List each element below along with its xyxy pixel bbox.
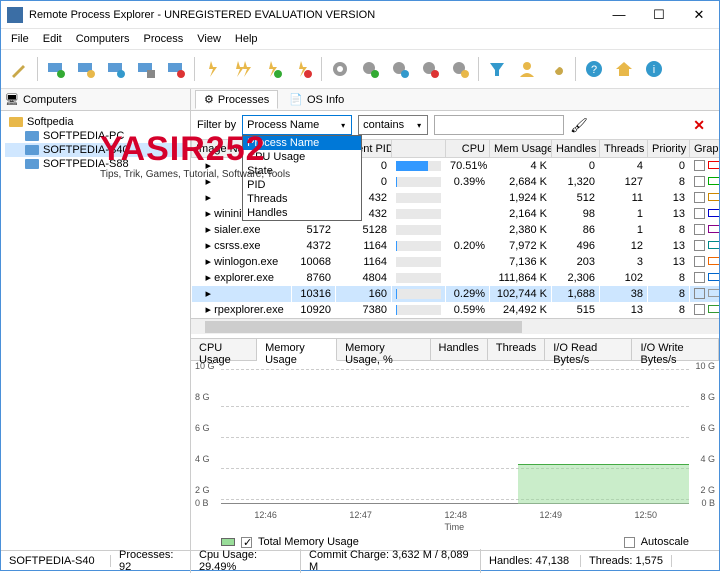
autoscale-checkbox[interactable] bbox=[624, 537, 635, 548]
bolt-remove-icon[interactable] bbox=[289, 55, 317, 83]
computers-pane: 🖥 Computers Softpedia SOFTPEDIA-PC SOFTP… bbox=[1, 89, 191, 550]
page-icon: 📄 bbox=[289, 93, 303, 106]
dropdown-option[interactable]: Process Name bbox=[243, 136, 361, 150]
computer-refresh-icon[interactable] bbox=[102, 55, 130, 83]
app-icon bbox=[7, 7, 23, 23]
computer-add-icon[interactable] bbox=[42, 55, 70, 83]
titlebar: Remote Process Explorer - UNREGISTERED E… bbox=[1, 1, 719, 29]
filter-label: Filter by bbox=[197, 119, 236, 131]
menubar: File Edit Computers Process View Help bbox=[1, 29, 719, 49]
minimize-button[interactable]: — bbox=[599, 1, 639, 29]
legend-label: Total Memory Usage bbox=[258, 536, 359, 548]
filter-op-combo[interactable]: contains▾ bbox=[358, 115, 428, 135]
tree-item[interactable]: SOFTPEDIA-PC bbox=[5, 129, 186, 143]
chart-tabs: CPU Usage Memory Usage Memory Usage, % H… bbox=[191, 339, 719, 361]
close-button[interactable]: ✕ bbox=[679, 1, 719, 29]
computer-copy-icon[interactable] bbox=[132, 55, 160, 83]
tree-item[interactable]: SOFTPEDIA-S88 bbox=[5, 157, 186, 171]
gear-icon[interactable] bbox=[326, 55, 354, 83]
horizontal-scrollbar[interactable] bbox=[191, 318, 719, 334]
info-icon[interactable]: i bbox=[640, 55, 668, 83]
statusbar: SOFTPEDIA-S40 Processes: 92 Cpu Usage: 2… bbox=[1, 550, 719, 570]
table-row[interactable]: ▸ sialer.exe517251282,380 K8618 bbox=[192, 222, 720, 238]
legend-swatch bbox=[221, 538, 235, 546]
brush-icon[interactable]: 🖌 bbox=[570, 117, 588, 134]
table-row[interactable]: ▸ rpexplorer.exe1092073800.59%24,492 K51… bbox=[192, 302, 720, 318]
bolt-icon[interactable] bbox=[199, 55, 227, 83]
wrench-icon[interactable] bbox=[543, 55, 571, 83]
computers-tree[interactable]: Softpedia SOFTPEDIA-PC SOFTPEDIA-S40 SOF… bbox=[1, 111, 190, 550]
memory-chart: 10 G 8 G 6 G 4 G 2 G 0 B 10 G 8 G 6 G 4 … bbox=[191, 361, 719, 535]
dropdown-option[interactable]: State bbox=[243, 164, 361, 178]
help-icon[interactable]: ? bbox=[580, 55, 608, 83]
computers-icon: 🖥 bbox=[5, 93, 19, 106]
gear-search-icon[interactable] bbox=[446, 55, 474, 83]
chevron-down-icon: ▾ bbox=[413, 121, 425, 130]
dropdown-option[interactable]: Threads bbox=[243, 192, 361, 206]
dropdown-option[interactable]: CPU Usage bbox=[243, 150, 361, 164]
menu-process[interactable]: Process bbox=[138, 31, 190, 47]
menu-view[interactable]: View bbox=[191, 31, 227, 47]
gear-remove-icon[interactable] bbox=[416, 55, 444, 83]
status-processes: Processes: 92 bbox=[111, 549, 191, 573]
table-row[interactable]: ▸ csrss.exe437211640.20%7,972 K4961213 bbox=[192, 238, 720, 254]
gear-icon: ⚙ bbox=[204, 93, 214, 106]
computer-remove-icon[interactable] bbox=[162, 55, 190, 83]
computer-edit-icon[interactable] bbox=[72, 55, 100, 83]
bolt-add-icon[interactable] bbox=[259, 55, 287, 83]
table-row[interactable]: ▸ explorer.exe87604804111,864 K2,3061028 bbox=[192, 270, 720, 286]
menu-computers[interactable]: Computers bbox=[70, 31, 136, 47]
filter-field-combo[interactable]: Process Name▾ Process Name CPU Usage Sta… bbox=[242, 115, 352, 135]
status-commit: Commit Charge: 3,632 M / 8,089 M bbox=[301, 549, 481, 573]
window-title: Remote Process Explorer - UNREGISTERED E… bbox=[29, 9, 599, 21]
menu-help[interactable]: Help bbox=[229, 31, 264, 47]
chart-tab[interactable]: Threads bbox=[488, 339, 545, 360]
status-host: SOFTPEDIA-S40 bbox=[1, 555, 111, 567]
chart-tab[interactable]: I/O Read Bytes/s bbox=[545, 339, 632, 360]
toolbar: ? i bbox=[1, 49, 719, 89]
filter-clear-button[interactable]: ✕ bbox=[685, 117, 713, 134]
filter-input[interactable] bbox=[434, 115, 564, 135]
computers-header: Computers bbox=[23, 94, 77, 106]
gear-refresh-icon[interactable] bbox=[386, 55, 414, 83]
chart-tab-active[interactable]: Memory Usage bbox=[257, 339, 337, 361]
tree-item-selected[interactable]: SOFTPEDIA-S40 bbox=[5, 143, 186, 157]
svg-text:i: i bbox=[653, 64, 655, 76]
status-threads: Threads: 1,575 bbox=[581, 555, 672, 567]
status-cpu: Cpu Usage: 29.49% bbox=[191, 549, 301, 573]
tab-osinfo[interactable]: 📄OS Info bbox=[280, 90, 353, 109]
table-row[interactable]: ▸ winlogon.exe1006811647,136 K203313 bbox=[192, 254, 720, 270]
tab-processes[interactable]: ⚙Processes bbox=[195, 90, 278, 109]
gear-add-icon[interactable] bbox=[356, 55, 384, 83]
chart-tab[interactable]: CPU Usage bbox=[191, 339, 257, 360]
chart-tab[interactable]: Handles bbox=[431, 339, 488, 360]
menu-file[interactable]: File bbox=[5, 31, 35, 47]
bolt-group-icon[interactable] bbox=[229, 55, 257, 83]
user-icon[interactable] bbox=[513, 55, 541, 83]
dropdown-option[interactable]: Handles bbox=[243, 206, 361, 220]
wand-icon[interactable] bbox=[5, 55, 33, 83]
chevron-down-icon: ▾ bbox=[337, 121, 349, 130]
svg-text:?: ? bbox=[591, 64, 597, 76]
chart-tab[interactable]: I/O Write Bytes/s bbox=[632, 339, 719, 360]
home-icon[interactable] bbox=[610, 55, 638, 83]
tree-root[interactable]: Softpedia bbox=[5, 115, 186, 129]
filter-icon[interactable] bbox=[483, 55, 511, 83]
filter-dropdown[interactable]: Process Name CPU Usage State PID Threads… bbox=[242, 135, 362, 221]
maximize-button[interactable]: ☐ bbox=[639, 1, 679, 29]
legend-checkbox[interactable]: ✓ bbox=[241, 537, 252, 548]
table-row[interactable]: ▸ 103161600.29%102,744 K1,688388 bbox=[192, 286, 720, 302]
dropdown-option[interactable]: PID bbox=[243, 178, 361, 192]
chart-tab[interactable]: Memory Usage, % bbox=[337, 339, 430, 360]
autoscale-label: Autoscale bbox=[641, 536, 689, 548]
menu-edit[interactable]: Edit bbox=[37, 31, 68, 47]
status-handles: Handles: 47,138 bbox=[481, 555, 581, 567]
